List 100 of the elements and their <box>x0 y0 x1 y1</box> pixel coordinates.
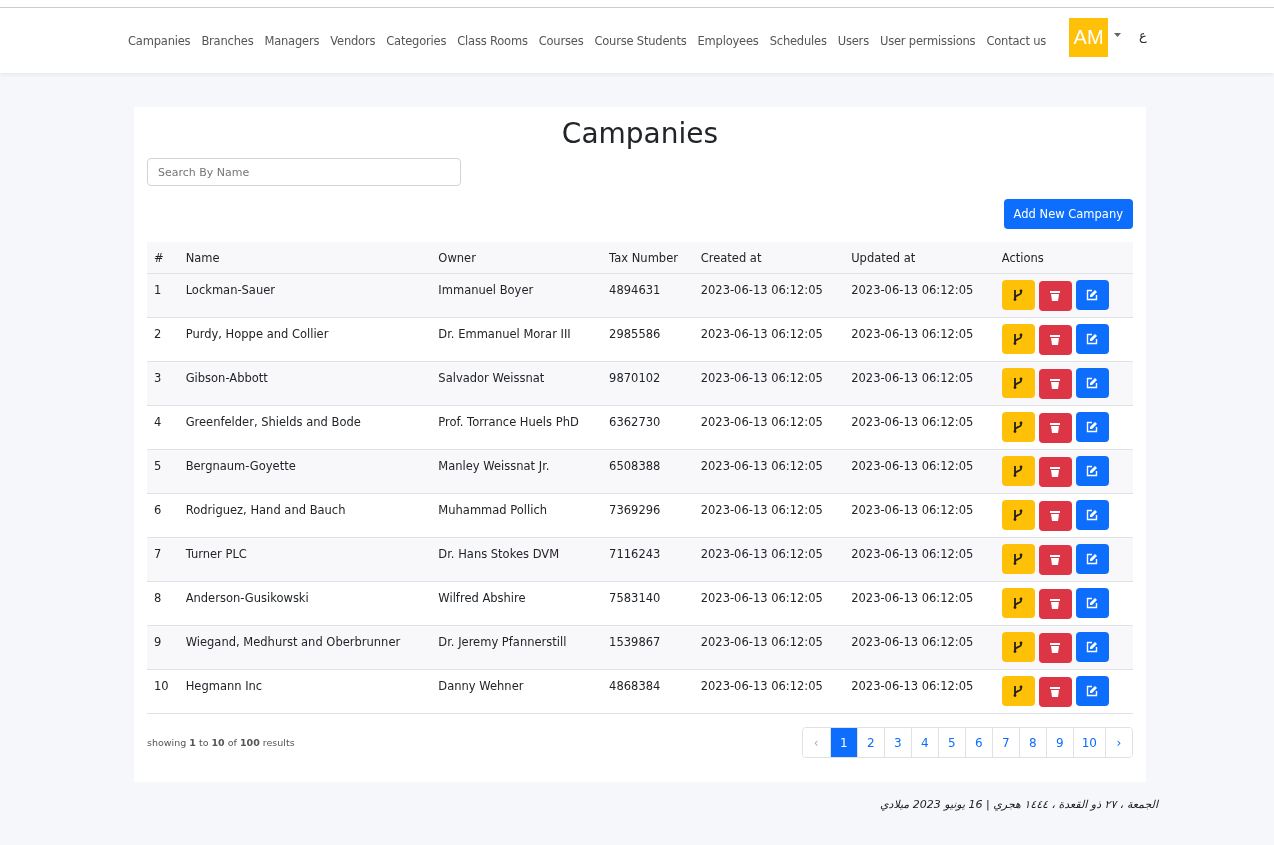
trash-icon <box>1050 642 1061 653</box>
branch-icon <box>1013 553 1024 565</box>
branches-button[interactable] <box>1001 676 1035 706</box>
created-date: 2023-06-13 06:12:05 <box>693 625 845 670</box>
edit-button[interactable] <box>1075 412 1109 442</box>
edit-button[interactable] <box>1075 588 1109 618</box>
delete-button[interactable] <box>1038 544 1072 575</box>
delete-button[interactable] <box>1038 412 1072 443</box>
branches-button[interactable] <box>1001 456 1035 486</box>
delete-button[interactable] <box>1038 280 1072 311</box>
nav-link[interactable]: Course Students <box>594 33 687 48</box>
search-field[interactable]: Search By Name <box>147 158 461 186</box>
nav-link[interactable]: Schedules <box>769 33 827 48</box>
updated-date: 2023-06-13 06:12:05 <box>844 361 995 406</box>
created-date: 2023-06-13 06:12:05 <box>693 361 845 406</box>
delete-button[interactable] <box>1038 676 1072 707</box>
edit-button[interactable] <box>1075 368 1109 398</box>
created-date: 2023-06-13 06:12:05 <box>693 273 845 318</box>
edit-icon <box>1086 289 1099 301</box>
branch-icon <box>1013 289 1024 301</box>
language-link[interactable]: ع <box>1139 28 1147 43</box>
row-number: 7 <box>147 537 179 582</box>
footer-date: الجمعة ، ٢٧ ذو القعدة ، ١٤٤٤ هجري | 16 يونيو 2023 ميلادي <box>879 798 1158 811</box>
nav-link[interactable]: Class Rooms <box>457 33 528 48</box>
branches-button[interactable] <box>1001 588 1035 618</box>
edit-button[interactable] <box>1075 632 1109 662</box>
add-company-button[interactable]: Add New Campany <box>1003 199 1133 229</box>
column-header: Updated at <box>844 242 995 274</box>
delete-button[interactable] <box>1038 324 1072 355</box>
nav-link[interactable]: Courses <box>538 33 584 48</box>
nav-link[interactable]: Categories <box>386 33 447 48</box>
nav-link[interactable]: Managers <box>264 33 320 48</box>
owner-name: Dr. Jeremy Pfannerstill <box>431 625 603 670</box>
edit-icon <box>1086 333 1099 345</box>
owner-name: Dr. Emmanuel Morar III <box>431 317 603 362</box>
edit-icon <box>1086 465 1099 477</box>
delete-button[interactable] <box>1038 456 1072 487</box>
company-name: Bergnaum-Goyette <box>178 449 432 494</box>
edit-button[interactable] <box>1075 280 1109 310</box>
updated-date: 2023-06-13 06:12:05 <box>844 273 995 318</box>
edit-button[interactable] <box>1075 456 1109 486</box>
owner-name: Salvador Weissnat <box>431 361 603 406</box>
page-title: Campanies <box>560 117 720 150</box>
created-date: 2023-06-13 06:12:05 <box>693 493 845 538</box>
edit-button[interactable] <box>1075 676 1109 706</box>
branches-button[interactable] <box>1001 544 1035 574</box>
edit-icon <box>1086 597 1099 609</box>
tax-number: 4894631 <box>602 273 694 318</box>
nav-link[interactable]: Branches <box>201 33 254 48</box>
nav-link[interactable]: Vendors <box>330 33 376 48</box>
page-button[interactable]: 1 <box>829 728 857 757</box>
results-summary: showing 1 to 10 of 100 results <box>147 737 295 748</box>
column-header: Tax Number <box>602 242 694 274</box>
company-name: Gibson-Abbott <box>178 361 432 406</box>
tax-number: 6362730 <box>602 405 694 450</box>
nav-link[interactable]: Users <box>837 33 869 48</box>
row-number: 1 <box>147 273 179 318</box>
branch-icon <box>1013 641 1024 653</box>
trash-icon <box>1050 686 1061 697</box>
row-number: 6 <box>147 493 179 538</box>
nav-link[interactable]: Employees <box>697 33 759 48</box>
branches-button[interactable] <box>1001 324 1035 354</box>
branches-button[interactable] <box>1001 368 1035 398</box>
tax-number: 9870102 <box>602 361 694 406</box>
delete-button[interactable] <box>1038 588 1072 619</box>
next-page-button[interactable]: › <box>1105 728 1132 757</box>
branch-icon <box>1013 465 1024 477</box>
nav-link[interactable]: User permissions <box>879 33 976 48</box>
created-date: 2023-06-13 06:12:05 <box>693 405 845 450</box>
delete-button[interactable] <box>1038 500 1072 531</box>
edit-button[interactable] <box>1075 500 1109 530</box>
company-name: Anderson-Gusikowski <box>178 581 432 626</box>
edit-icon <box>1086 553 1099 565</box>
company-name: Hegmann Inc <box>178 669 432 714</box>
company-name: Rodriguez, Hand and Bauch <box>178 493 432 538</box>
branches-button[interactable] <box>1001 632 1035 662</box>
nav-link[interactable]: Campanies <box>128 33 191 48</box>
delete-button[interactable] <box>1038 632 1072 663</box>
owner-name: Muhammad Pollich <box>431 493 603 538</box>
branches-button[interactable] <box>1001 412 1035 442</box>
trash-icon <box>1050 466 1061 477</box>
branches-button[interactable] <box>1001 280 1035 310</box>
tax-number: 4868384 <box>602 669 694 714</box>
delete-button[interactable] <box>1038 368 1072 399</box>
branch-icon <box>1013 333 1024 345</box>
nav-link[interactable]: Contact us <box>986 33 1047 48</box>
updated-date: 2023-06-13 06:12:05 <box>844 625 995 670</box>
row-number: 9 <box>147 625 179 670</box>
edit-icon <box>1086 377 1099 389</box>
owner-name: Danny Wehner <box>431 669 603 714</box>
edit-button[interactable] <box>1075 544 1109 574</box>
created-date: 2023-06-13 06:12:05 <box>693 317 845 362</box>
owner-name: Dr. Hans Stokes DVM <box>431 537 603 582</box>
column-header: Owner <box>431 242 603 274</box>
branches-button[interactable] <box>1001 500 1035 530</box>
caret-icon[interactable] <box>1114 32 1122 37</box>
column-header: # <box>147 242 179 274</box>
company-name: Greenfelder, Shields and Bode <box>178 405 432 450</box>
edit-button[interactable] <box>1075 324 1109 354</box>
tax-number: 7583140 <box>602 581 694 626</box>
